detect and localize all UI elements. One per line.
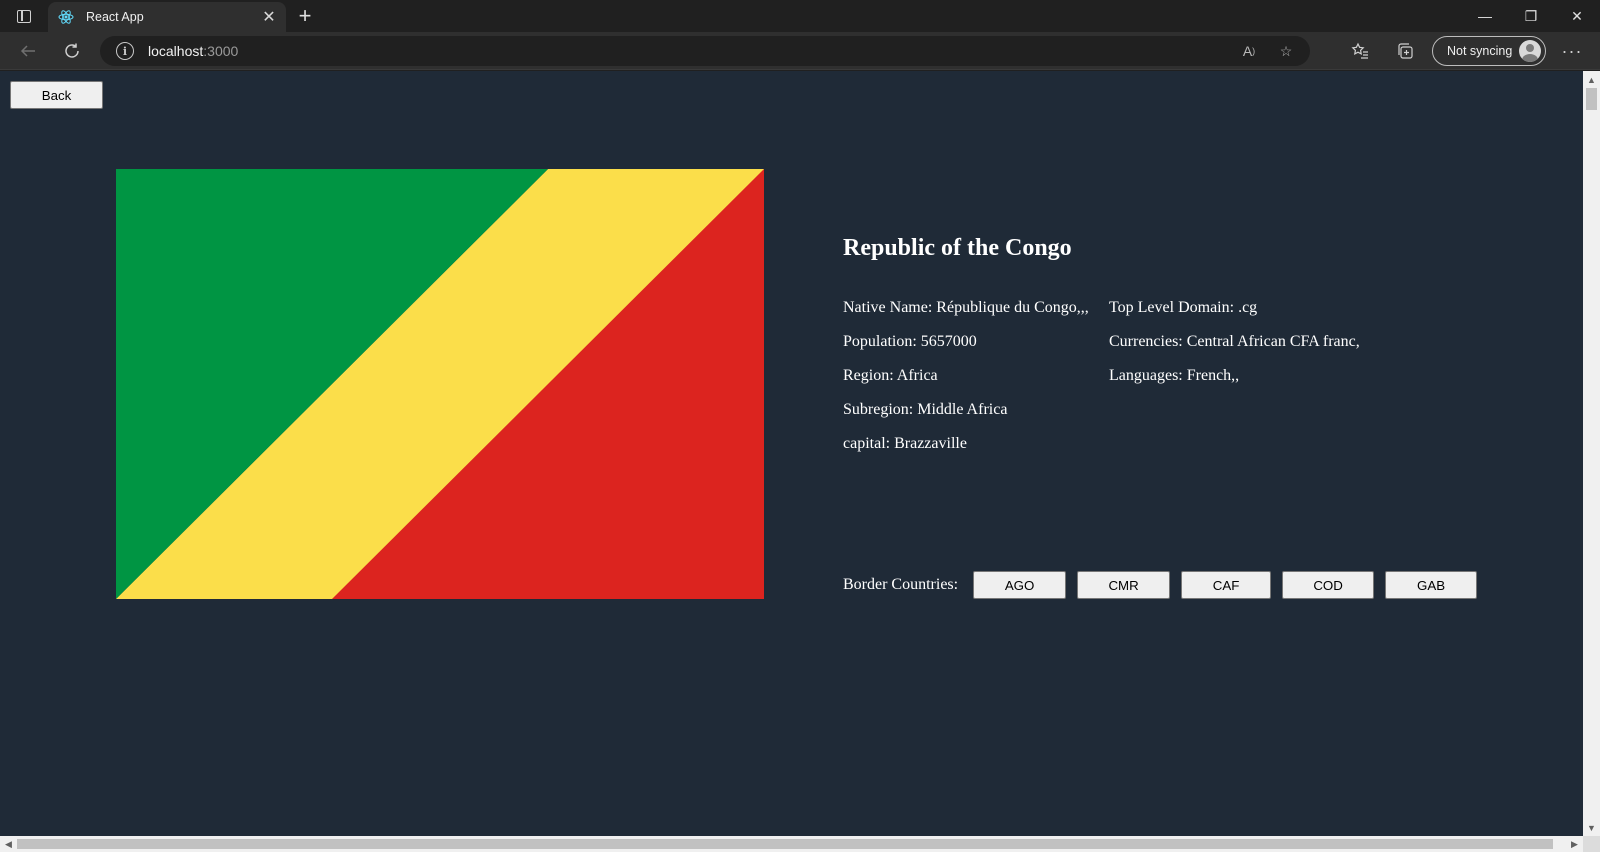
page-viewport: Back Republic of the Congo Native Name: … bbox=[0, 71, 1583, 836]
back-button[interactable]: Back bbox=[10, 81, 103, 109]
country-flag bbox=[116, 169, 764, 599]
scroll-right-icon[interactable]: ▶ bbox=[1566, 836, 1583, 852]
languages: Languages: French,, bbox=[1109, 367, 1240, 384]
collections-icon[interactable] bbox=[1389, 35, 1421, 67]
scroll-left-icon[interactable]: ◀ bbox=[0, 836, 17, 852]
native-name: Native Name: République du Congo,,, bbox=[843, 299, 1089, 316]
profile-sync-button[interactable]: Not syncing bbox=[1432, 36, 1546, 66]
browser-title-bar: React App ✕ + — ❐ ✕ bbox=[0, 0, 1600, 32]
minimize-button[interactable]: — bbox=[1462, 0, 1508, 32]
url-text: localhost:3000 bbox=[148, 43, 239, 59]
read-aloud-icon[interactable]: A) bbox=[1234, 36, 1264, 66]
refresh-icon[interactable] bbox=[56, 35, 88, 67]
site-info-icon[interactable]: i bbox=[116, 42, 134, 60]
border-country-button[interactable]: GAB bbox=[1385, 571, 1478, 599]
border-country-button[interactable]: CMR bbox=[1077, 571, 1171, 599]
close-tab-icon[interactable]: ✕ bbox=[258, 6, 280, 28]
address-bar[interactable]: i localhost:3000 A) ☆ bbox=[100, 36, 1310, 66]
scroll-up-icon[interactable]: ▲ bbox=[1583, 71, 1600, 88]
horizontal-scrollbar[interactable]: ◀ ▶ bbox=[0, 836, 1583, 852]
profile-avatar-icon bbox=[1519, 40, 1541, 62]
add-favorite-icon[interactable]: ☆ bbox=[1271, 36, 1301, 66]
currencies: Currencies: Central African CFA franc, bbox=[1109, 333, 1360, 350]
info-column-left: Native Name: République du Congo,,, Popu… bbox=[843, 299, 1089, 469]
back-arrow-icon[interactable] bbox=[12, 35, 44, 67]
tab-title: React App bbox=[86, 10, 144, 24]
border-country-button[interactable]: COD bbox=[1282, 571, 1375, 599]
vertical-scroll-thumb[interactable] bbox=[1586, 88, 1597, 110]
border-country-button[interactable]: CAF bbox=[1181, 571, 1272, 599]
scroll-down-icon[interactable]: ▼ bbox=[1583, 819, 1600, 836]
sync-label: Not syncing bbox=[1447, 44, 1513, 58]
population: Population: 5657000 bbox=[843, 333, 977, 350]
scrollbar-corner bbox=[1583, 836, 1600, 852]
top-level-domain: Top Level Domain: .cg bbox=[1109, 299, 1258, 316]
country-name: Republic of the Congo bbox=[843, 235, 1072, 261]
horizontal-scroll-thumb[interactable] bbox=[17, 839, 1553, 849]
new-tab-button[interactable]: + bbox=[292, 3, 318, 28]
browser-toolbar: i localhost:3000 A) ☆ Not syncing ··· bbox=[0, 32, 1600, 70]
more-menu-icon[interactable]: ··· bbox=[1556, 35, 1588, 67]
vertical-scrollbar[interactable]: ▲ ▼ bbox=[1583, 71, 1600, 836]
info-column-right: Top Level Domain: .cg Currencies: Centra… bbox=[1109, 299, 1360, 401]
region: Region: Africa bbox=[843, 367, 938, 384]
favorites-icon[interactable] bbox=[1344, 35, 1376, 67]
border-countries-label: Border Countries: bbox=[843, 576, 959, 593]
capital: capital: Brazzaville bbox=[843, 435, 967, 452]
close-window-button[interactable]: ✕ bbox=[1554, 0, 1600, 32]
tab-actions-icon[interactable] bbox=[12, 6, 36, 26]
browser-tab[interactable]: React App ✕ bbox=[48, 2, 286, 32]
react-logo-icon bbox=[58, 9, 74, 25]
border-country-button[interactable]: AGO bbox=[973, 571, 1067, 599]
subregion: Subregion: Middle Africa bbox=[843, 401, 1008, 418]
border-countries: Border Countries: AGO CMR CAF COD GAB bbox=[843, 571, 1488, 599]
restore-button[interactable]: ❐ bbox=[1508, 0, 1554, 32]
